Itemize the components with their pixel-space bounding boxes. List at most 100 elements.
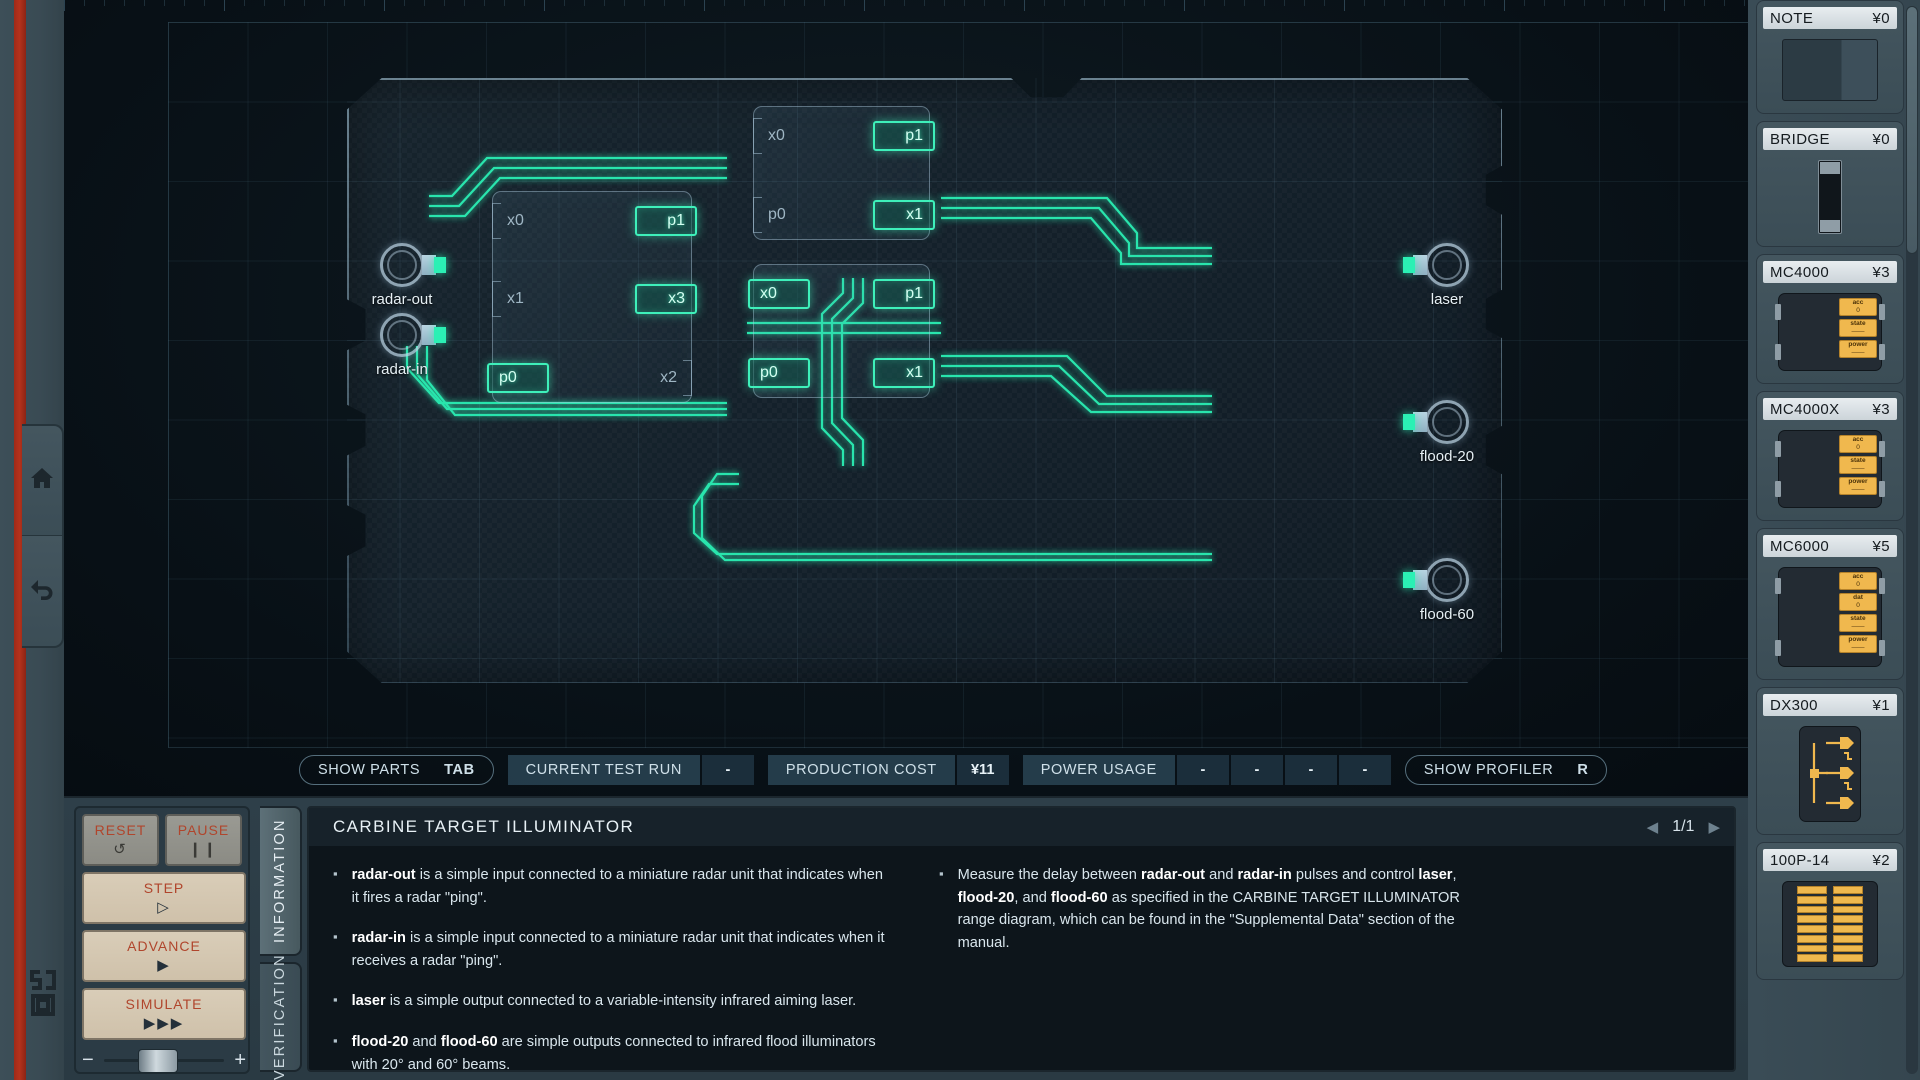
io-connector[interactable] [434,257,446,273]
part-art[interactable]: acc 0 dat 0 state —— power —— [1763,557,1897,673]
chip-pin-x0[interactable]: x0 [507,207,559,235]
part-price: ¥5 [1873,538,1891,555]
circuit-board[interactable]: x0x1p0p1x3x2x0p0p1x1x0p0p1x1 radar-outra… [347,78,1502,683]
part-mc6000[interactable]: MC6000 ¥5 acc 0 dat 0 state —— power —— [1756,528,1904,680]
io-connector[interactable] [1403,257,1415,273]
speed-increase[interactable]: + [234,1049,246,1072]
chip-pin-p1[interactable]: p1 [635,206,697,236]
register-stack: acc 0 state —— power —— [1839,298,1877,366]
io-node-label: radar-out [372,291,433,308]
chip-pin-p0[interactable]: p0 [487,363,549,393]
power-usage-value-1: - [1231,755,1283,785]
simulate-button[interactable]: SIMULATE ▶▶▶ [82,988,246,1040]
io-connector[interactable] [1403,414,1415,430]
io-ring-inner [387,250,417,280]
part-price: ¥2 [1873,852,1891,869]
current-test-run: CURRENT TEST RUN - [508,755,754,785]
information-body: ▪radar-out is a simple input connected t… [309,846,1734,1080]
chip-pin-p0[interactable]: p0 [768,201,820,229]
reset-button[interactable]: RESET ↺ [82,814,159,866]
page-indicator: 1/1 [1672,818,1694,836]
part-header: BRIDGE ¥0 [1763,128,1897,150]
chip-pin-p1[interactable]: p1 [873,279,935,309]
tab-information[interactable]: INFORMATION [260,806,302,956]
circuit-workspace[interactable]: x0x1p0p1x3x2x0p0p1x1x0p0p1x1 radar-outra… [64,0,1748,796]
io-node-flood-20[interactable]: flood-20 [1425,400,1469,444]
step-icon: ▷ [157,898,171,916]
chip-pin-x3[interactable]: x3 [635,284,697,314]
io-node-flood-60[interactable]: flood-60 [1425,558,1469,602]
parts-scrollbar-thumb[interactable] [1906,6,1918,254]
part-art[interactable] [1763,716,1897,828]
chip-pin-x0[interactable]: x0 [768,122,820,150]
io-node-radar-in[interactable]: radar-in [380,313,424,357]
shenzhen-io-logo [22,960,64,1030]
part-dx300[interactable]: DX300 ¥1 [1756,687,1904,835]
bullet-text: laser is a simple output connected to a … [352,990,857,1013]
chip-pin-label: x1 [507,290,524,308]
reset-icon: ↺ [113,840,128,858]
show-parts-button[interactable]: SHOW PARTS TAB [299,755,494,785]
bullet-marker: ▪ [333,927,338,972]
speed-slider-knob[interactable] [138,1049,178,1073]
show-profiler-button[interactable]: SHOW PROFILER R [1405,755,1608,785]
part-art[interactable]: acc 0 state —— power —— [1763,420,1897,514]
tab-verification[interactable]: VERIFICATION [260,962,302,1072]
chip-pin-x1[interactable]: x1 [873,200,935,230]
part-price: ¥1 [1873,697,1891,714]
undo-button[interactable] [22,536,64,648]
current-test-run-value: - [702,755,754,785]
chip-pin-x2[interactable]: x2 [625,364,677,392]
parts-list[interactable]: NOTE ¥0 BRIDGE ¥0 MC4000 ¥3 acc 0 state … [1748,0,1920,980]
chip-pin-label: x0 [507,212,524,230]
chip-chip-b[interactable]: x0p0p1x1 [753,106,930,240]
chip-chip-a[interactable]: x0x1p0p1x3x2 [492,191,692,403]
register-acc: acc 0 [1839,298,1877,316]
chip-pin-x0[interactable]: x0 [748,279,810,309]
speed-decrease[interactable]: − [82,1049,94,1072]
status-bar: SHOW PARTS TAB CURRENT TEST RUN - PRODUC… [64,752,1748,788]
register-name: acc [1840,573,1876,581]
register-name: power [1840,636,1876,644]
step-button[interactable]: STEP ▷ [82,872,246,924]
chip-pin-p1[interactable]: p1 [873,121,935,151]
part-price: ¥0 [1873,10,1891,27]
part-name: BRIDGE [1770,131,1830,148]
io-connector[interactable] [1403,572,1415,588]
part-name: MC4000X [1770,401,1840,418]
register-acc: acc 0 [1839,572,1877,590]
io-ring-inner [1432,250,1462,280]
power-usage-value-0: - [1177,755,1229,785]
io-node-label: radar-in [376,361,428,378]
power-usage-value-3: - [1339,755,1391,785]
chip-pin-x1[interactable]: x1 [507,285,559,313]
part-note[interactable]: NOTE ¥0 [1756,0,1904,114]
part-bridge[interactable]: BRIDGE ¥0 [1756,121,1904,247]
chip-pin-p0[interactable]: p0 [748,358,810,388]
io-connector[interactable] [434,327,446,343]
next-page-button[interactable]: ▶ [1708,818,1720,836]
io-node-radar-out[interactable]: radar-out [380,243,424,287]
io-node-label: flood-60 [1420,606,1474,623]
part-100p-14[interactable]: 100P-14 ¥2 [1756,842,1904,980]
advance-button[interactable]: ADVANCE ▶ [82,930,246,982]
io-node-laser[interactable]: laser [1425,243,1469,287]
chip-chip-c[interactable]: x0p0p1x1 [753,264,930,398]
prev-page-button[interactable]: ◀ [1647,818,1659,836]
home-button[interactable] [22,424,64,536]
part-mc4000x[interactable]: MC4000X ¥3 acc 0 state —— power —— [1756,391,1904,521]
production-cost-label: PRODUCTION COST [768,755,955,785]
part-art[interactable] [1763,150,1897,240]
pause-button[interactable]: PAUSE ❙❙ [165,814,242,866]
part-mc4000[interactable]: MC4000 ¥3 acc 0 state —— power —— [1756,254,1904,384]
io-node-label: laser [1431,291,1464,308]
chip-pin-x1[interactable]: x1 [873,358,935,388]
speed-slider[interactable]: − + [82,1047,246,1073]
part-name: NOTE [1770,10,1813,27]
parts-panel[interactable]: NOTE ¥0 BRIDGE ¥0 MC4000 ¥3 acc 0 state … [1748,0,1920,1080]
part-art[interactable]: acc 0 state —— power —— [1763,283,1897,377]
part-art[interactable] [1763,29,1897,107]
register-value: —— [1840,644,1876,652]
chip-pin-label: x1 [906,364,923,382]
part-art[interactable] [1763,871,1897,973]
